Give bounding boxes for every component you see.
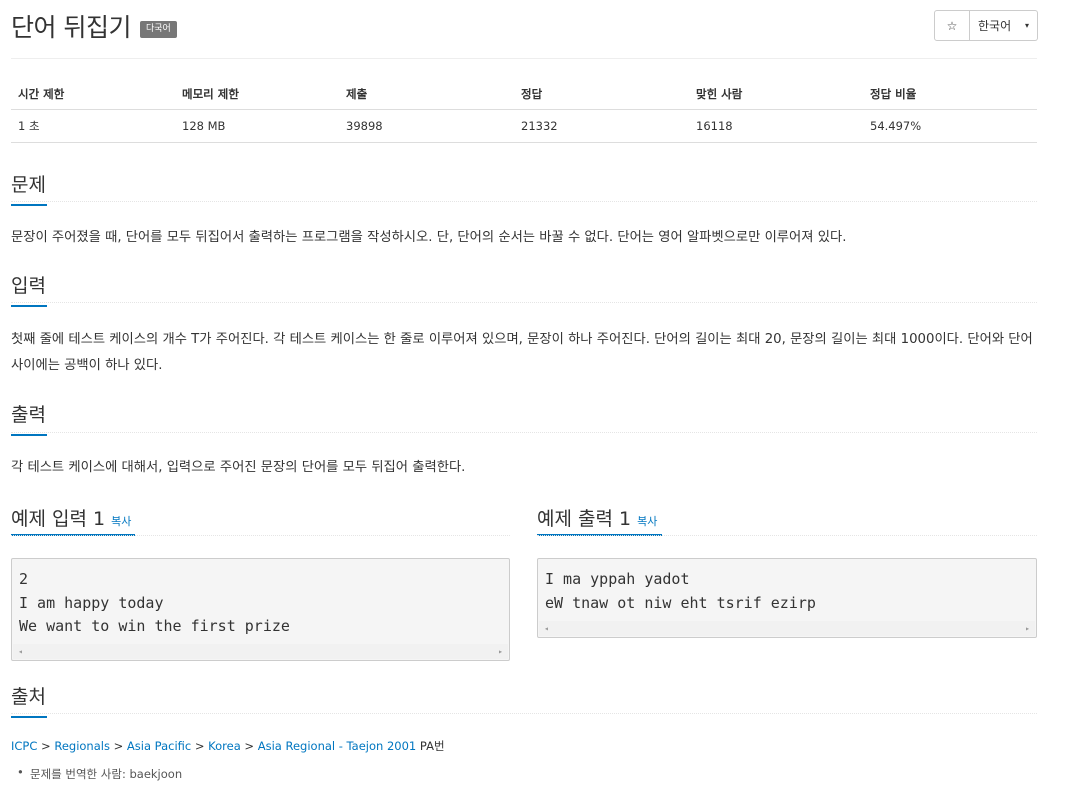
breadcrumb-separator: > xyxy=(37,739,55,753)
favorite-button[interactable]: ☆ xyxy=(934,10,970,41)
source-heading: 출처 xyxy=(11,682,47,718)
copy-sample-input-button[interactable]: 복사 xyxy=(111,515,131,528)
source-divider xyxy=(11,713,1037,714)
input-heading-text: 입력 xyxy=(11,275,46,297)
sample-input-box[interactable]: 2 I am happy today We want to win the fi… xyxy=(11,558,510,661)
source-heading-text: 출처 xyxy=(11,686,46,708)
output-divider xyxy=(11,432,1037,433)
table-header-row: 시간 제한 메모리 제한 제출 정답 맞힌 사람 정답 비율 xyxy=(11,78,1037,110)
breadcrumb-separator: > xyxy=(109,739,127,753)
problem-info-table: 시간 제한 메모리 제한 제출 정답 맞힌 사람 정답 비율 1 초 128 M… xyxy=(11,78,1037,143)
problem-page: 단어 뒤집기 다국어 ☆ 한국어 ▾ 시간 제한 메모리 제한 제출 정답 맞힌… xyxy=(0,0,1074,787)
header-accepted: 정답 xyxy=(514,78,689,110)
solvers-value: 16118 xyxy=(689,109,863,143)
header-solvers: 맞힌 사람 xyxy=(689,78,863,110)
accepted-value: 21332 xyxy=(514,109,689,143)
accept-ratio-value: 54.497% xyxy=(863,109,1037,143)
sample-output-heading: 예제 출력 1 복사 xyxy=(537,504,657,531)
header-divider xyxy=(11,58,1037,59)
header-accept-ratio: 정답 비율 xyxy=(863,78,1037,110)
submissions-value: 39898 xyxy=(339,109,514,143)
title-actions: ☆ 한국어 ▾ xyxy=(934,10,1038,41)
scroll-left-icon[interactable]: ◂ xyxy=(544,624,549,633)
multilingual-badge: 다국어 xyxy=(139,20,177,38)
sample-output-title: 예제 출력 1 xyxy=(537,508,632,530)
problem-divider xyxy=(11,201,1037,202)
header-time-limit: 시간 제한 xyxy=(11,78,175,110)
problem-heading-text: 문제 xyxy=(11,174,46,196)
table-row: 1 초 128 MB 39898 21332 16118 54.497% xyxy=(11,109,1037,143)
sample-output-divider xyxy=(537,535,1037,536)
problem-heading-underline xyxy=(11,204,47,206)
breadcrumb-separator: > xyxy=(191,739,209,753)
output-heading: 출력 xyxy=(11,400,47,436)
sample-input-title: 예제 입력 1 xyxy=(11,508,106,530)
page-title: 단어 뒤집기 xyxy=(11,13,131,42)
horizontal-scrollbar[interactable]: ◂ ▸ xyxy=(13,644,508,659)
language-label: 한국어 xyxy=(978,19,1012,33)
language-dropdown[interactable]: 한국어 ▾ xyxy=(970,10,1038,41)
source-link-regionals[interactable]: Regionals xyxy=(54,739,110,753)
source-heading-underline xyxy=(11,716,47,718)
source-breadcrumb: ICPC > Regionals > Asia Pacific > Korea … xyxy=(11,738,445,754)
horizontal-scrollbar[interactable]: ◂ ▸ xyxy=(539,621,1035,636)
source-link-asia-pacific[interactable]: Asia Pacific xyxy=(127,739,191,753)
output-heading-text: 출력 xyxy=(11,404,46,426)
caret-down-icon: ▾ xyxy=(1024,21,1029,30)
problem-description: 문장이 주어졌을 때, 단어를 모두 뒤집어서 출력하는 프로그램을 작성하시오… xyxy=(11,230,847,245)
input-description: 첫째 줄에 테스트 케이스의 개수 T가 주어진다. 각 테스트 케이스는 한 … xyxy=(11,332,1033,373)
code-line: I am happy today xyxy=(19,593,164,612)
star-icon: ☆ xyxy=(946,18,958,33)
sample-input-divider xyxy=(11,535,510,536)
output-description: 각 테스트 케이스에 대해서, 입력으로 주어진 문장의 단어를 모두 뒤집어 … xyxy=(11,460,466,475)
input-heading: 입력 xyxy=(11,271,47,307)
breadcrumb-separator: > xyxy=(240,739,258,753)
sample-output-box[interactable]: I ma yppah yadot eW tnaw ot niw eht tsri… xyxy=(537,558,1037,638)
scroll-left-icon[interactable]: ◂ xyxy=(18,647,23,656)
header-memory-limit: 메모리 제한 xyxy=(175,78,339,110)
code-line: eW tnaw ot niw eht tsrif ezirp xyxy=(545,593,816,612)
sample-input-heading: 예제 입력 1 복사 xyxy=(11,504,131,531)
source-link-taejon-2001[interactable]: Asia Regional - Taejon 2001 xyxy=(258,739,417,753)
memory-limit-value: 128 MB xyxy=(175,109,339,143)
scroll-right-icon[interactable]: ▸ xyxy=(1025,624,1030,633)
code-line: I ma yppah yadot xyxy=(545,570,690,588)
scroll-right-icon[interactable]: ▸ xyxy=(498,647,503,656)
title-area: 단어 뒤집기 다국어 xyxy=(11,8,177,44)
header-submissions: 제출 xyxy=(339,78,514,110)
code-line: We want to win the first prize xyxy=(19,617,290,635)
code-line: 2 xyxy=(19,570,29,588)
problem-heading: 문제 xyxy=(11,170,47,206)
output-heading-underline xyxy=(11,434,47,436)
input-divider xyxy=(11,302,1037,303)
source-link-icpc[interactable]: ICPC xyxy=(11,739,37,753)
source-link-korea[interactable]: Korea xyxy=(208,739,241,753)
copy-sample-output-button[interactable]: 복사 xyxy=(637,515,657,528)
time-limit-value: 1 초 xyxy=(11,109,175,143)
source-problem-id: PA번 xyxy=(416,739,445,753)
input-heading-underline xyxy=(11,305,47,307)
translator-credit: 문제를 번역한 사람: baekjoon xyxy=(17,765,182,782)
